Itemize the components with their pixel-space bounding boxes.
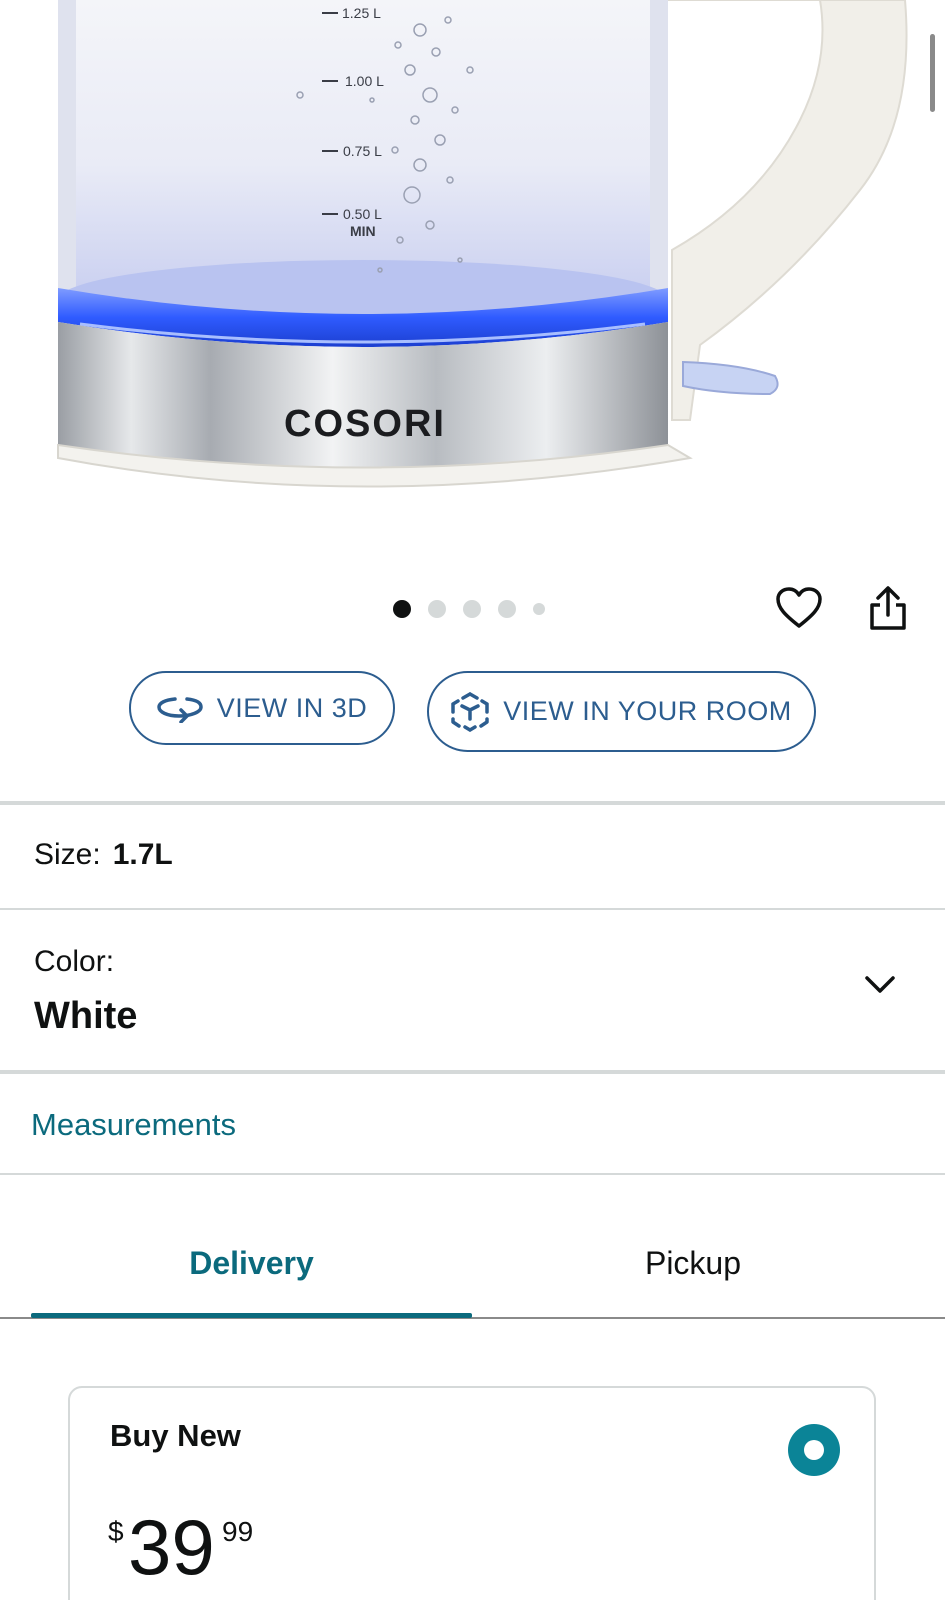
tab-pickup[interactable]: Pickup bbox=[472, 1245, 914, 1282]
svg-text:0.75 L: 0.75 L bbox=[343, 143, 382, 159]
buy-new-radio[interactable] bbox=[788, 1424, 840, 1476]
svg-text:1.00 L: 1.00 L bbox=[345, 73, 384, 89]
section-divider bbox=[0, 1070, 945, 1074]
carousel-dot[interactable] bbox=[463, 600, 481, 618]
carousel-dot[interactable] bbox=[393, 600, 411, 618]
svg-text:MIN: MIN bbox=[350, 223, 376, 239]
ar-cube-icon bbox=[451, 691, 489, 732]
carousel-dot[interactable] bbox=[428, 600, 446, 618]
scrollbar-thumb[interactable] bbox=[930, 34, 935, 112]
product-image[interactable]: 1.25 L 1.00 L 0.75 L 0.50 L MIN COSORI bbox=[0, 0, 945, 560]
svg-text:0.50 L: 0.50 L bbox=[343, 206, 382, 222]
price-fraction: 99 bbox=[222, 1516, 254, 1547]
color-label: Color: bbox=[34, 945, 115, 978]
section-divider bbox=[0, 801, 945, 805]
size-option: Size: 1.7L bbox=[34, 838, 173, 872]
divider bbox=[0, 1173, 945, 1175]
rotate-3d-icon bbox=[156, 697, 203, 723]
view-in-3d-button[interactable]: VIEW IN 3D bbox=[129, 671, 395, 745]
tab-delivery[interactable]: Delivery bbox=[31, 1245, 472, 1282]
svg-text:1.25 L: 1.25 L bbox=[342, 5, 381, 21]
brand-logo: COSORI bbox=[284, 403, 446, 445]
active-tab-indicator bbox=[31, 1313, 472, 1318]
divider bbox=[0, 908, 945, 910]
color-value: White bbox=[34, 995, 138, 1037]
price-whole: 39 bbox=[128, 1503, 215, 1591]
kettle-illustration: 1.25 L 1.00 L 0.75 L 0.50 L MIN COSORI bbox=[57, 0, 908, 488]
price-currency: $ bbox=[108, 1516, 124, 1547]
share-icon bbox=[870, 586, 906, 630]
heart-icon bbox=[776, 587, 822, 628]
size-value: 1.7L bbox=[112, 838, 173, 871]
measurements-link[interactable]: Measurements bbox=[31, 1107, 236, 1143]
buy-new-title: Buy New bbox=[110, 1418, 241, 1453]
wishlist-button[interactable] bbox=[773, 582, 825, 634]
carousel-dot[interactable] bbox=[498, 600, 516, 618]
view-in-your-room-button[interactable]: VIEW IN YOUR ROOM bbox=[427, 671, 816, 752]
view-in-your-room-label: VIEW IN YOUR ROOM bbox=[503, 696, 792, 726]
share-button[interactable] bbox=[862, 582, 914, 634]
carousel-dots[interactable] bbox=[393, 600, 545, 618]
carousel-dot[interactable] bbox=[533, 603, 545, 615]
color-selector[interactable]: Color: White bbox=[0, 911, 945, 1071]
radio-selected-indicator bbox=[804, 1440, 824, 1460]
size-label: Size: bbox=[34, 838, 101, 871]
view-in-3d-label: VIEW IN 3D bbox=[216, 692, 368, 723]
buy-new-option[interactable]: Buy New $ 39 99 bbox=[68, 1386, 876, 1600]
chevron-down-icon bbox=[865, 976, 895, 993]
